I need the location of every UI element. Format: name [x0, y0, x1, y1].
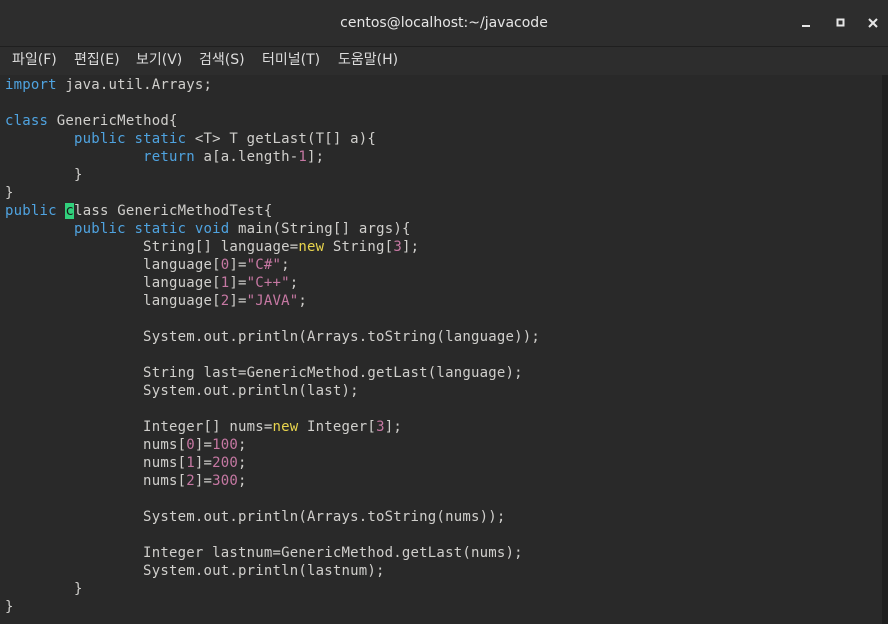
code-line: System.out.println(lastnum); — [5, 563, 385, 579]
close-icon — [868, 18, 878, 28]
code-line: public static <T> T getLast(T[] a){ — [74, 131, 377, 147]
code-line: language[1]="C++"; — [5, 275, 299, 291]
code-line: public class GenericMethodTest{ — [5, 203, 273, 219]
code-line: } — [5, 599, 14, 615]
code-line: public static void main(String[] args){ — [74, 221, 411, 237]
code-line: language[2]="JAVA"; — [5, 293, 308, 309]
code-line: return a[a.length-1]; — [143, 149, 325, 165]
code-line: } — [5, 167, 83, 183]
code-line: Integer lastnum=GenericMethod.getLast(nu… — [5, 545, 523, 561]
terminal-editor-area[interactable]: import java.util.Arrays; class GenericMet… — [0, 75, 882, 624]
menu-file[interactable]: 파일(F) — [12, 47, 57, 75]
menu-bar: 파일(F) 편집(E) 보기(V) 검색(S) 터미널(T) 도움말(H) — [0, 47, 888, 75]
code-line: nums[0]=100; — [5, 437, 247, 453]
close-button[interactable] — [866, 16, 880, 30]
code-line: String last=GenericMethod.getLast(langua… — [5, 365, 523, 381]
code-line: nums[1]=200; — [5, 455, 247, 471]
scrollbar[interactable] — [882, 75, 888, 624]
maximize-icon — [836, 18, 845, 27]
menu-edit[interactable]: 편집(E) — [74, 47, 120, 75]
code-line: Integer[] nums=new Integer[3]; — [5, 419, 402, 435]
code-line: System.out.println(Arrays.toString(nums)… — [5, 509, 506, 525]
terminal-window: centos@localhost:~/javacode 파일(F) 편집(E) … — [0, 0, 888, 624]
code-line: nums[2]=300; — [5, 473, 247, 489]
code-line: System.out.println(last); — [5, 383, 359, 399]
menu-search[interactable]: 검색(S) — [199, 47, 245, 75]
menu-terminal[interactable]: 터미널(T) — [262, 47, 320, 75]
minimize-icon — [802, 25, 810, 27]
window-title: centos@localhost:~/javacode — [340, 15, 548, 31]
title-bar[interactable]: centos@localhost:~/javacode — [0, 0, 888, 47]
code-line: } — [5, 185, 14, 201]
text-cursor: c — [65, 203, 75, 219]
code-line: language[0]="C#"; — [5, 257, 290, 273]
code-line: } — [5, 581, 83, 597]
code-line: class GenericMethod{ — [5, 113, 178, 129]
menu-view[interactable]: 보기(V) — [136, 47, 182, 75]
minimize-button[interactable] — [799, 16, 813, 30]
code-line: String[] language=new String[3]; — [5, 239, 420, 255]
code-line: import java.util.Arrays; — [5, 77, 213, 93]
menu-help[interactable]: 도움말(H) — [338, 47, 398, 75]
code-line: System.out.println(Arrays.toString(langu… — [5, 329, 540, 345]
maximize-button[interactable] — [834, 16, 848, 30]
